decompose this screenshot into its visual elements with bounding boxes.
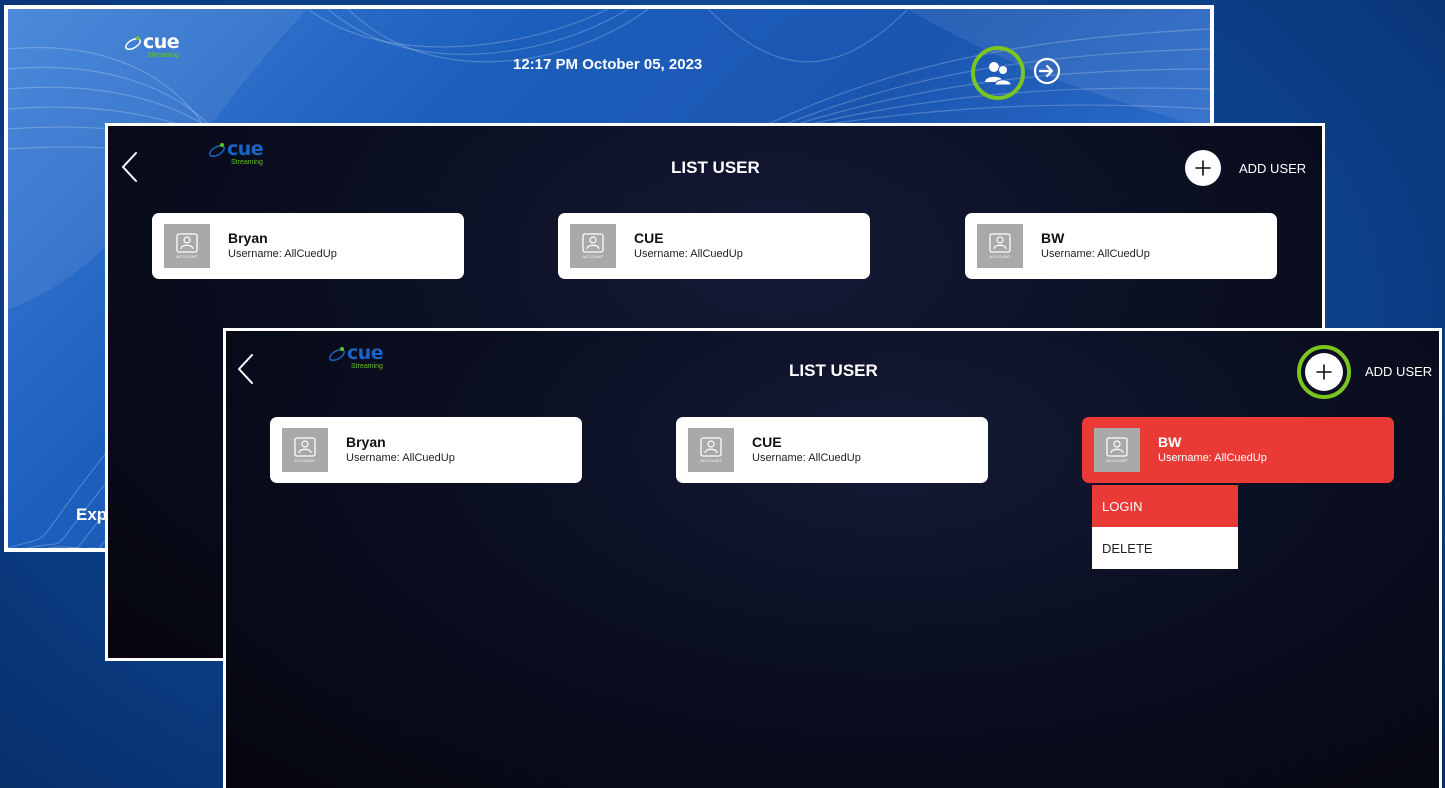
partial-heading: Exp — [76, 505, 108, 524]
account-icon: ACCOUNT — [977, 224, 1023, 268]
back-chevron-icon — [122, 152, 137, 182]
logo-wordmark: cue — [227, 138, 264, 160]
account-icon: ACCOUNT — [1094, 428, 1140, 472]
user-username: Username: AllCuedUp — [346, 452, 455, 464]
user-name: BW — [1158, 434, 1182, 450]
user-username: Username: AllCuedUp — [1041, 248, 1150, 260]
user-name: Bryan — [346, 434, 386, 450]
users-icon — [985, 62, 1012, 86]
user-card-bw[interactable]: ACCOUNT BW Username: AllCuedUp — [965, 213, 1277, 279]
menu-login[interactable]: LOGIN — [1092, 485, 1238, 527]
logo-subtitle: Streaming — [351, 363, 383, 370]
datetime-display: 12:17 PM October 05, 2023 — [513, 56, 703, 73]
user-username: Username: AllCuedUp — [1158, 452, 1267, 464]
user-name: CUE — [752, 434, 782, 450]
user-context-menu: LOGIN DELETE — [1092, 485, 1238, 569]
user-card-bw-selected[interactable]: ACCOUNT BW Username: AllCuedUp — [1082, 417, 1394, 483]
list-user-panel-front: cue Streaming LIST USER ADD USER ACCOUNT… — [223, 328, 1442, 788]
user-username: Username: AllCuedUp — [752, 452, 861, 464]
user-username: Username: AllCuedUp — [634, 248, 743, 260]
logo-wordmark: cue — [347, 342, 384, 364]
add-user-label[interactable]: ADD USER — [1365, 364, 1432, 379]
menu-delete[interactable]: DELETE — [1092, 527, 1238, 569]
back-button[interactable] — [120, 151, 140, 183]
add-user-button[interactable] — [1185, 150, 1221, 186]
account-icon: ACCOUNT — [688, 428, 734, 472]
cue-logo-icon — [329, 347, 345, 362]
user-card-cue[interactable]: ACCOUNT CUE Username: AllCuedUp — [676, 417, 988, 483]
back-button[interactable] — [236, 353, 256, 385]
user-name: Bryan — [228, 230, 268, 246]
page-title: LIST USER — [671, 158, 760, 177]
user-name: CUE — [634, 230, 664, 246]
user-card-cue[interactable]: ACCOUNT CUE Username: AllCuedUp — [558, 213, 870, 279]
logo-subtitle: Streaming — [231, 159, 263, 166]
users-button[interactable] — [971, 46, 1025, 100]
plus-icon — [1316, 364, 1332, 380]
account-icon: ACCOUNT — [570, 224, 616, 268]
account-icon: ACCOUNT — [282, 428, 328, 472]
cue-logo-icon — [125, 36, 141, 51]
logo-wordmark: cue — [143, 31, 180, 53]
user-username: Username: AllCuedUp — [228, 248, 337, 260]
user-name: BW — [1041, 230, 1065, 246]
cue-logo: cue Streaming — [207, 138, 264, 166]
cue-logo-icon — [209, 143, 225, 158]
back-chevron-icon — [238, 354, 253, 384]
add-user-circle[interactable] — [1305, 353, 1343, 391]
cue-logo: cue Streaming — [327, 342, 384, 370]
add-user-button[interactable] — [1297, 345, 1351, 399]
user-card-bryan[interactable]: ACCOUNT Bryan Username: AllCuedUp — [270, 417, 582, 483]
account-icon: ACCOUNT — [164, 224, 210, 268]
login-arrow-icon[interactable] — [1032, 56, 1062, 86]
cue-logo: cue Streaming — [123, 31, 180, 59]
plus-icon — [1195, 160, 1211, 176]
user-card-bryan[interactable]: ACCOUNT Bryan Username: AllCuedUp — [152, 213, 464, 279]
page-title: LIST USER — [789, 361, 878, 380]
add-user-label[interactable]: ADD USER — [1239, 161, 1306, 176]
logo-subtitle: Streaming — [147, 52, 179, 59]
